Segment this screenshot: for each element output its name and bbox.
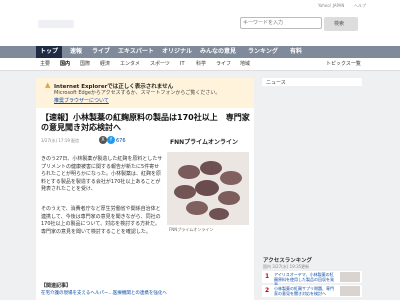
sidebar-header: ニュース (262, 78, 362, 86)
cat-international[interactable]: 国際 (80, 58, 90, 70)
article-headline: 【速報】小林製薬の紅麹原料の製品は170社以上 専門家の意見聞き対応検討へ (41, 113, 250, 132)
ranking-thumbnail (340, 272, 360, 282)
article-photo[interactable] (167, 152, 249, 225)
nav-original[interactable]: オリジナル (162, 46, 192, 58)
main-nav: トップ 速報 ライブ エキスパート オリジナル みんなの意見 ランキング 有料 (0, 46, 400, 58)
help-link[interactable]: ヘルプ (354, 3, 366, 9)
ranking-item[interactable]: 1 アイリスオーヤマ、小林製薬の紅麹原料を使用した製品の回収を発表 (262, 271, 362, 287)
nav-live[interactable]: ライブ (92, 46, 110, 58)
ranking-number: 2 (265, 287, 270, 294)
category-nav: 主要 国内 国際 経済 エンタメ スポーツ IT 科学 ライフ 地域 トピックス… (0, 58, 400, 71)
cat-entertainment[interactable]: エンタメ (120, 58, 140, 70)
nav-breaking[interactable]: 速報 (70, 46, 82, 58)
article-paragraph-1: きのう27日、小林製薬が製造した紅麹を原料としたサプリメントの健康被害に関する報… (41, 156, 163, 192)
ranking-title: アクセスランキング (263, 258, 313, 264)
nav-opinion[interactable]: みんなの意見 (200, 46, 236, 58)
cat-economy[interactable]: 経済 (100, 58, 110, 70)
search-button[interactable]: 検索 (324, 17, 358, 31)
comment-count[interactable]: 676 (116, 138, 126, 144)
notice-title: Internet Explorerでは正しく表示されません (54, 84, 174, 90)
share-x-icon[interactable]: X (99, 136, 107, 144)
ranking-updated: 国内 3/27(水) 19:35更新 (263, 264, 310, 269)
yahoo-japan-link[interactable]: Yahoo! JAPAN (318, 3, 344, 8)
nav-top[interactable]: トップ (36, 46, 63, 58)
cat-science[interactable]: 科学 (196, 58, 206, 70)
cat-it[interactable]: IT (180, 58, 185, 70)
top-utility-bar: Yahoo! JAPAN ヘルプ (0, 0, 400, 14)
cat-domestic[interactable]: 国内 (60, 58, 70, 70)
warning-icon: ▲ (45, 81, 51, 89)
ranking-item[interactable]: 2 小林製薬の紅麹サプリ問題、専門家の意見を聞き対応を検討へ (262, 285, 362, 297)
ranking-number: 1 (265, 273, 270, 280)
ranking-thumbnail (340, 286, 360, 296)
recommended-browser-link[interactable]: 推奨ブラウザーについて (54, 97, 109, 104)
notice-text: Microsoft Edgeからアクセスするか、スマートフォンからご覧ください。 (54, 90, 221, 96)
photo-caption: FNNプライムオンライン (169, 227, 214, 232)
cat-region[interactable]: 地域 (240, 58, 250, 70)
site-logo[interactable] (38, 20, 74, 28)
related-articles-label: 【関連記事】 (41, 283, 72, 289)
supplement-tablets-image (167, 152, 249, 225)
ranking-headline: 小林製薬の紅麹サプリ問題、専門家の意見を聞き対応を検討へ (274, 286, 334, 296)
cat-sports[interactable]: スポーツ (150, 58, 170, 70)
ad-area (262, 90, 362, 250)
search-button-label: 検索 (334, 21, 345, 27)
nav-ranking[interactable]: ランキング (248, 46, 278, 58)
cat-main[interactable]: 主要 (40, 58, 50, 70)
search-input[interactable] (240, 17, 322, 29)
nav-paid[interactable]: 有料 (290, 46, 302, 58)
related-article-link[interactable]: 在宅介護の現場を支えるヘルパー…医療機関との連携を強化へ (41, 290, 167, 296)
share-facebook-icon[interactable]: f (107, 136, 115, 144)
nav-expert[interactable]: エキスパート (118, 46, 154, 58)
cat-life[interactable]: ライフ (216, 58, 231, 70)
topics-list-link[interactable]: トピックス一覧 (326, 58, 361, 70)
browser-notice: ▲ Internet Explorerでは正しく表示されません Microsof… (36, 78, 254, 108)
article-source[interactable]: FNNプライムオンライン (170, 137, 238, 146)
article-date: 3/27(水) 17:19 配信 (41, 138, 80, 143)
article-paragraph-2: そのうえで、消費者庁など厚生労働省や関係自治体と連携して、今後は専門家の意見を聞… (41, 206, 161, 235)
sidebar-label: ニュース (266, 80, 286, 86)
